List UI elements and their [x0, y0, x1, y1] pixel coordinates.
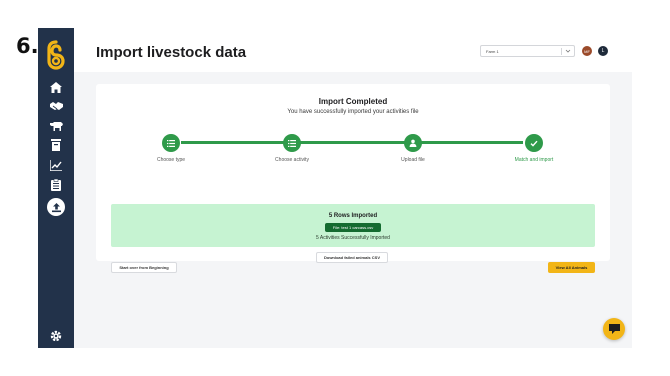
step-number: 6.: [16, 34, 39, 58]
stepper-track: [181, 141, 523, 144]
step-4-label: Match and import: [514, 157, 554, 163]
start-over-button[interactable]: Start over from Beginning: [111, 262, 177, 273]
farm-avatar[interactable]: MF: [582, 46, 592, 56]
bin-icon[interactable]: [48, 137, 64, 153]
main-area: Import livestock data Farm 1 MF L Import…: [74, 28, 632, 348]
step-3-label: Upload file: [401, 157, 425, 163]
card-title: Import Completed: [318, 97, 388, 106]
chart-icon[interactable]: [48, 157, 64, 173]
step-1-list-icon: [162, 134, 180, 152]
upload-icon[interactable]: [47, 198, 65, 216]
screenshot-stage: 6. Import livestock data Farm 1 MF L Imp…: [0, 0, 670, 376]
import-result-card: Import Completed You have successfully i…: [96, 84, 610, 273]
farm-select[interactable]: Farm 1: [480, 45, 575, 57]
step-4-check-icon: [525, 134, 543, 152]
clipboard-icon[interactable]: [48, 177, 64, 193]
handshake-icon[interactable]: [48, 98, 64, 114]
farm-select-value: Farm 1: [486, 49, 499, 54]
page-header: Import livestock data Farm 1 MF L: [74, 28, 632, 72]
cow-icon[interactable]: [48, 118, 64, 134]
activities-imported-text: 5 Activities Successfully Imported: [316, 235, 390, 241]
user-avatar[interactable]: L: [598, 46, 608, 56]
chevron-down-icon: [565, 49, 571, 53]
step-1-label: Choose type: [156, 157, 186, 163]
chat-bubble-icon[interactable]: [603, 318, 625, 340]
home-icon[interactable]: [48, 79, 64, 95]
file-badge: File: test 1 carcass.csv: [325, 223, 381, 232]
view-all-animals-button[interactable]: View All Animals: [548, 262, 595, 273]
card-subtitle: You have successfully imported your acti…: [287, 109, 419, 115]
step-3-user-icon: [404, 134, 422, 152]
step-2-list-icon: [283, 134, 301, 152]
app-logo[interactable]: [46, 40, 66, 70]
select-divider: [561, 48, 562, 55]
step-2-label: Choose activity: [275, 157, 309, 163]
rows-imported-title: 5 Rows Imported: [328, 213, 378, 219]
download-failed-csv-button[interactable]: Download failed animals CSV: [316, 252, 388, 263]
gear-icon[interactable]: [48, 328, 64, 344]
sidebar: [38, 28, 74, 348]
success-banner: 5 Rows Imported File: test 1 carcass.csv…: [111, 204, 595, 247]
page-title: Import livestock data: [96, 44, 247, 61]
